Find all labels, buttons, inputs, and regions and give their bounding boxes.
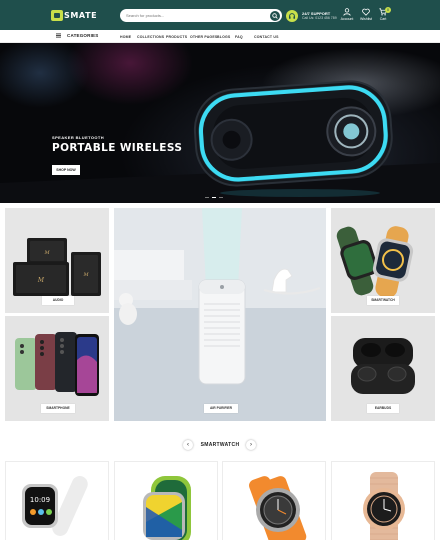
main-nav: CATEGORIES HOME COLLECTIONS PRODUCTS OTH… — [0, 30, 440, 43]
categories-button[interactable]: CATEGORIES — [56, 33, 98, 38]
apple-watch-white-image: 10:09 — [22, 476, 88, 536]
wishlist-button[interactable]: Wishlist — [357, 8, 375, 26]
svg-text:M: M — [82, 272, 89, 278]
logo[interactable]: SMATE — [51, 9, 97, 21]
category-tile-earbuds[interactable]: EARBUDS — [331, 316, 435, 421]
search-button[interactable] — [270, 10, 280, 21]
cart-count-badge: 0 — [385, 7, 391, 13]
category-label-smartwatch[interactable]: SMARTWATCH — [367, 296, 399, 305]
account-icon — [343, 8, 351, 16]
category-label-smartphone[interactable]: SMARTPHONE — [41, 404, 75, 413]
headset-icon — [286, 9, 298, 22]
nav-item-products[interactable]: PRODUCTS — [166, 35, 187, 39]
product-card[interactable]: 10:09 — [5, 461, 109, 540]
logo-mark-icon — [51, 9, 63, 21]
category-label-audio[interactable]: AUDIO — [42, 296, 74, 305]
nav-item-other-pages[interactable]: OTHER PAGES — [190, 35, 217, 39]
support-text: 24/7 SUPPORT Call Us: 0123 456 789 — [302, 11, 337, 21]
wishlist-label: Wishlist — [359, 17, 373, 21]
next-arrow-button[interactable]: › — [246, 440, 256, 450]
nav-item-contact-us[interactable]: CONTACT US — [254, 35, 279, 39]
slider-dot-active[interactable] — [212, 197, 216, 198]
category-tile-air-purifier[interactable]: AIR PURIFIER — [114, 208, 326, 421]
category-label-air-purifier[interactable]: AIR PURIFIER — [204, 404, 238, 413]
account-label: Account — [340, 17, 354, 21]
nav-item-home[interactable]: HOME — [120, 35, 131, 39]
cart-button[interactable]: 0 Cart — [374, 7, 392, 26]
product-card[interactable] — [222, 461, 326, 540]
menu-icon — [56, 33, 61, 38]
category-tile-smartphone[interactable]: SMARTPHONE — [5, 316, 109, 421]
nav-item-collections[interactable]: COLLECTIONS — [137, 35, 164, 39]
svg-text:10:09: 10:09 — [30, 496, 50, 504]
account-button[interactable]: Account — [338, 8, 356, 26]
section-title: SMARTWATCH — [200, 442, 240, 448]
slider-dot[interactable] — [205, 197, 209, 198]
product-card[interactable] — [331, 461, 435, 540]
category-tile-audio[interactable]: M M M AUDIO — [5, 208, 109, 313]
support-block[interactable]: 24/7 SUPPORT Call Us: 0123 456 789 — [286, 9, 337, 22]
hero-subtitle: SPEAKER BLUETOOTH — [52, 135, 105, 140]
search-icon — [272, 12, 278, 19]
search-bar — [120, 9, 282, 22]
svg-text:M: M — [43, 250, 50, 256]
nav-item-faq[interactable]: FAQ — [235, 35, 243, 39]
smartwatch-section-heading: ‹ SMARTWATCH › — [0, 438, 440, 452]
logo-text: SMATE — [64, 10, 98, 20]
top-header: SMATE 24/7 SUPPORT Call Us: 0123 456 789 — [0, 0, 440, 30]
slider-dots — [205, 197, 226, 198]
speaker-image — [0, 80, 440, 203]
shop-now-button[interactable]: SHOP NOW — [52, 165, 80, 175]
hero-banner: SPEAKER BLUETOOTH PORTABLE WIRELESS SHOP… — [0, 43, 440, 203]
heart-icon — [362, 8, 370, 16]
categories-label: CATEGORIES — [67, 33, 99, 38]
slider-dot[interactable] — [219, 197, 223, 198]
air-purifier-image — [114, 208, 326, 421]
nav-item-blogs[interactable]: BLOGS — [217, 35, 230, 39]
search-input[interactable] — [126, 11, 261, 20]
apple-watch-sport-loop-image — [143, 476, 191, 540]
smartwatch-orange-strap-image — [249, 476, 307, 540]
cart-label: Cart — [379, 17, 387, 21]
svg-text:M: M — [37, 277, 45, 284]
category-label-earbuds[interactable]: EARBUDS — [367, 404, 399, 413]
category-tile-smartwatch[interactable]: SMARTWATCH — [331, 208, 435, 313]
smartwatch-rose-gold-image — [363, 472, 405, 540]
support-phone: Call Us: 0123 456 789 — [302, 15, 337, 20]
hero-title: PORTABLE WIRELESS — [52, 142, 183, 154]
product-card[interactable] — [114, 461, 218, 540]
